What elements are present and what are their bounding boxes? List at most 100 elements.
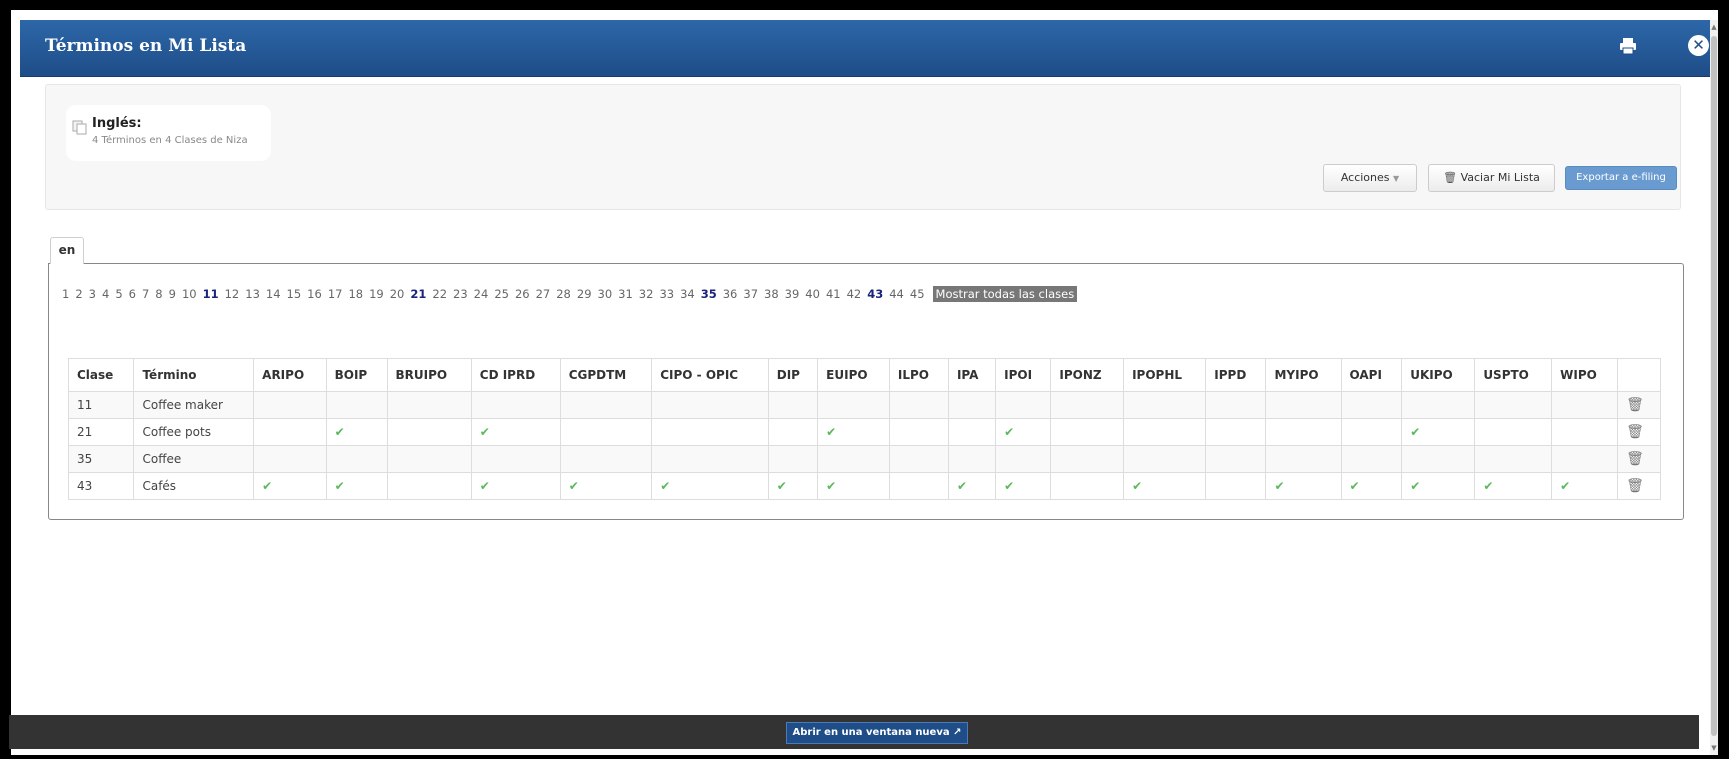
check-icon: ✔	[334, 479, 345, 493]
class-link[interactable]: 9	[169, 287, 176, 301]
class-link[interactable]: 22	[432, 287, 447, 301]
class-link[interactable]: 11	[203, 287, 219, 301]
class-link[interactable]: 17	[328, 287, 343, 301]
class-link[interactable]: 24	[474, 287, 489, 301]
trash-icon[interactable]: 🗑	[1626, 397, 1644, 413]
column-header: CD IPRD	[470, 358, 561, 392]
trash-icon[interactable]: 🗑	[1626, 478, 1644, 494]
acciones-button[interactable]: Acciones ▼	[1323, 164, 1417, 192]
office-cell	[1205, 472, 1267, 500]
class-link[interactable]: 8	[155, 287, 162, 301]
office-cell	[559, 391, 653, 419]
column-header: IPA	[947, 358, 997, 392]
class-link[interactable]: 27	[536, 287, 551, 301]
check-icon: ✔	[1483, 479, 1494, 493]
class-link[interactable]: 10	[182, 287, 197, 301]
class-link[interactable]: 1	[62, 287, 69, 301]
footer-bar: Abrir en una ventana nueva ↗	[9, 715, 1699, 749]
class-link[interactable]: 25	[494, 287, 509, 301]
office-cell: ✔	[1401, 418, 1476, 446]
table-row: 11 Coffee maker 🗑	[67, 391, 1661, 419]
class-link[interactable]: 2	[75, 287, 82, 301]
class-link[interactable]: 32	[639, 287, 654, 301]
exportar-button[interactable]: Exportar a e-filing	[1565, 166, 1677, 190]
office-cell	[1474, 418, 1553, 446]
class-link[interactable]: 20	[390, 287, 405, 301]
class-link[interactable]: 41	[826, 287, 841, 301]
close-icon[interactable]: ✕	[1688, 35, 1709, 56]
copy-icon	[72, 120, 88, 136]
class-link[interactable]: 15	[287, 287, 302, 301]
class-link[interactable]: 3	[89, 287, 96, 301]
check-icon: ✔	[479, 425, 490, 439]
class-link[interactable]: 12	[225, 287, 240, 301]
office-cell	[1050, 391, 1125, 419]
class-link[interactable]: 28	[556, 287, 571, 301]
class-link[interactable]: 6	[129, 287, 136, 301]
open-new-window-button[interactable]: Abrir en una ventana nueva ↗	[786, 722, 968, 744]
scrollbar-thumb[interactable]	[1711, 36, 1717, 736]
show-all-classes-button[interactable]: Mostrar todas las clases	[932, 286, 1078, 302]
class-link[interactable]: 30	[598, 287, 613, 301]
class-link[interactable]: 45	[910, 287, 925, 301]
class-link[interactable]: 21	[410, 287, 426, 301]
class-link[interactable]: 34	[680, 287, 695, 301]
office-cell	[651, 418, 769, 446]
office-cell	[651, 445, 769, 473]
class-link[interactable]: 29	[577, 287, 592, 301]
class-link[interactable]: 26	[515, 287, 530, 301]
office-cell	[1123, 445, 1207, 473]
office-cell	[1050, 472, 1125, 500]
class-link[interactable]: 13	[245, 287, 260, 301]
office-cell	[470, 391, 561, 419]
scrollbar[interactable]: ▲ ▼	[1710, 20, 1718, 755]
acciones-label: Acciones	[1340, 171, 1390, 184]
office-cell	[325, 445, 388, 473]
office-cell	[767, 391, 819, 419]
table-row: 43 Cafés ✔ ✔ ✔ ✔ ✔ ✔ ✔ ✔ ✔ ✔ ✔ ✔ ✔ ✔ ✔ 🗑	[67, 472, 1661, 500]
office-cell	[651, 391, 769, 419]
printer-icon[interactable]	[1618, 36, 1638, 56]
scroll-up-icon[interactable]: ▲	[1710, 22, 1718, 32]
tab-en[interactable]: en	[50, 237, 84, 264]
check-icon: ✔	[1004, 479, 1015, 493]
office-cell: ✔	[470, 472, 561, 500]
language-name: Inglés:	[92, 116, 142, 131]
office-cell: ✔	[1340, 472, 1403, 500]
class-link[interactable]: 4	[102, 287, 109, 301]
class-link[interactable]: 38	[764, 287, 779, 301]
office-cell: ✔	[767, 472, 819, 500]
class-link[interactable]: 18	[348, 287, 363, 301]
scroll-down-icon[interactable]: ▼	[1710, 743, 1718, 753]
class-link[interactable]: 40	[805, 287, 820, 301]
office-cell	[1123, 418, 1207, 446]
check-icon: ✔	[660, 479, 671, 493]
check-icon: ✔	[479, 479, 490, 493]
class-link[interactable]: 35	[701, 287, 717, 301]
class-link[interactable]: 19	[369, 287, 384, 301]
class-link[interactable]: 43	[867, 287, 883, 301]
check-icon: ✔	[568, 479, 579, 493]
column-header: Clase	[67, 358, 135, 392]
office-cell	[1205, 445, 1267, 473]
trash-icon[interactable]: 🗑	[1626, 424, 1644, 440]
class-link[interactable]: 16	[307, 287, 322, 301]
vaciar-button[interactable]: 🗑 Vaciar Mi Lista	[1428, 164, 1555, 192]
class-link[interactable]: 7	[142, 287, 149, 301]
class-link[interactable]: 36	[723, 287, 738, 301]
class-link[interactable]: 42	[847, 287, 862, 301]
office-cell	[1050, 418, 1125, 446]
class-link[interactable]: 33	[659, 287, 674, 301]
class-link[interactable]: 23	[453, 287, 468, 301]
class-link[interactable]: 44	[889, 287, 904, 301]
clase-cell: 43	[67, 472, 135, 500]
class-link[interactable]: 31	[618, 287, 633, 301]
office-cell: ✔	[817, 418, 890, 446]
class-link[interactable]: 14	[266, 287, 281, 301]
column-header: IPONZ	[1050, 358, 1125, 392]
class-link[interactable]: 37	[743, 287, 758, 301]
class-link[interactable]: 39	[785, 287, 800, 301]
class-link[interactable]: 5	[115, 287, 122, 301]
office-cell	[386, 445, 472, 473]
trash-icon[interactable]: 🗑	[1626, 451, 1644, 467]
